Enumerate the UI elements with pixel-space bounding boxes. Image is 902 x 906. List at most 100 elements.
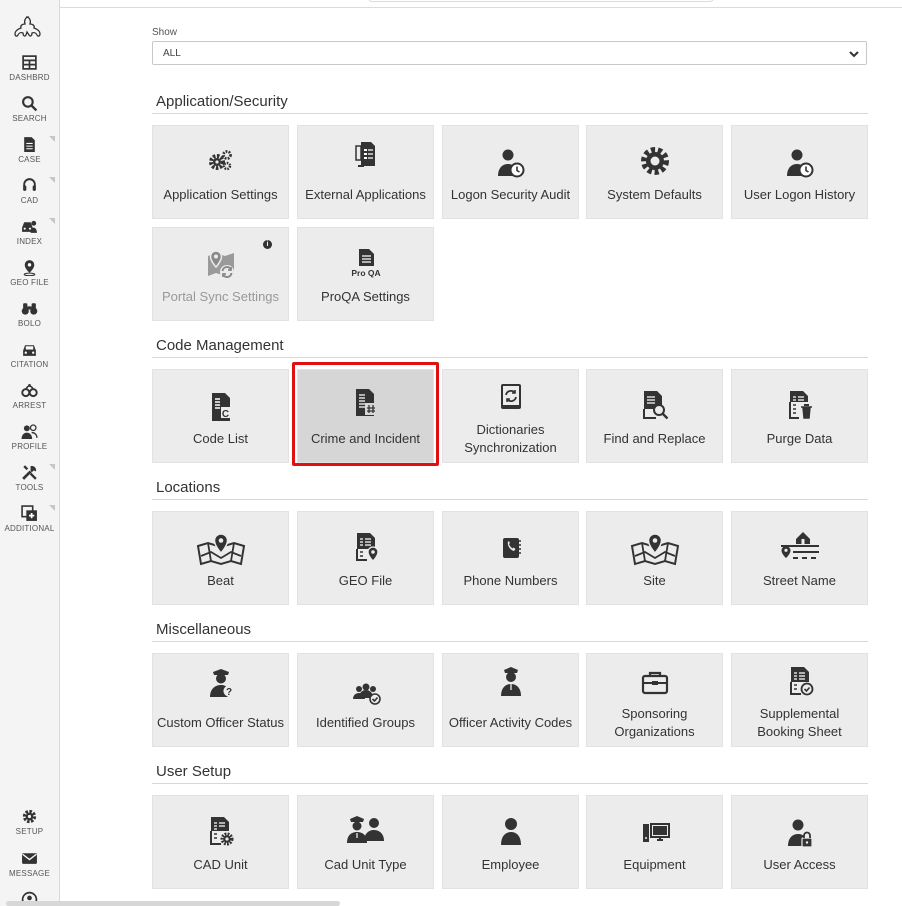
tile-application-settings[interactable]: Application Settings	[152, 125, 289, 219]
submenu-indicator	[49, 136, 55, 142]
section-divider	[152, 357, 868, 358]
tile-label: Identified Groups	[315, 715, 415, 730]
handcuffs-icon	[21, 383, 38, 398]
map-pin-icon	[23, 260, 36, 276]
sidebar-item-geo-file[interactable]: GEO FILE	[0, 259, 59, 297]
submenu-indicator	[49, 177, 55, 183]
selection-highlight	[292, 362, 439, 466]
tile-label: ProQA Settings	[321, 289, 410, 304]
top-bar	[60, 0, 902, 8]
envelope-icon	[22, 853, 37, 864]
tile-logon-security-audit[interactable]: Logon Security Audit	[442, 125, 579, 219]
tile-user-logon-history[interactable]: User Logon History	[731, 125, 868, 219]
tile-cad-unit[interactable]: CAD Unit	[152, 795, 289, 889]
tile-label: User Access	[763, 857, 836, 872]
sidebar-item-index[interactable]: INDEX	[0, 218, 59, 256]
submenu-indicator	[49, 464, 55, 470]
tile-sponsoring-organizations[interactable]: Sponsoring Organizations	[586, 653, 723, 747]
sidebar-item-citation[interactable]: CITATION	[0, 341, 59, 379]
tile-officer-activity-codes[interactable]: Officer Activity Codes	[442, 653, 579, 747]
tile-find-and-replace[interactable]: Find and Replace	[586, 369, 723, 463]
section-title: Code Management	[156, 337, 284, 354]
setup-page: DASHBRD SEARCH CASE CAD INDEX GEO FILE B…	[0, 0, 902, 906]
tile-proqa-settings[interactable]: Pro QA ProQA Settings	[297, 227, 434, 321]
tile-supplemental-booking-sheet[interactable]: Supplemental Booking Sheet	[731, 653, 868, 747]
tile-beat[interactable]: Beat	[152, 511, 289, 605]
tile-label: Code List	[193, 431, 248, 446]
top-search-pill[interactable]	[368, 0, 714, 2]
tile-label: Site	[643, 573, 666, 588]
tile-external-applications[interactable]: External Applications	[297, 125, 434, 219]
tile-employee[interactable]: Employee	[442, 795, 579, 889]
tile-label: External Applications	[305, 187, 426, 202]
tile-label: Custom Officer Status	[157, 715, 284, 730]
tile-label: Logon Security Audit	[450, 187, 571, 202]
dictionary-sync-icon	[500, 384, 521, 409]
briefcase-icon	[641, 671, 668, 695]
tile-label: Supplemental Booking Sheet	[757, 706, 842, 739]
dashboard-icon	[22, 55, 37, 70]
svg-text:?: ?	[225, 687, 231, 698]
sidebar-item-message[interactable]: MESSAGE	[0, 850, 59, 888]
tile-portal-sync-settings[interactable]: i Portal Sync Settings	[152, 227, 289, 321]
sidebar-item-arrest[interactable]: ARREST	[0, 382, 59, 420]
tile-label: Find and Replace	[603, 431, 706, 446]
sidebar-item-setup[interactable]: SETUP	[0, 808, 59, 846]
sidebar-item-cad[interactable]: CAD	[0, 177, 59, 215]
show-select-value: ALL	[163, 48, 181, 59]
tile-label: Portal Sync Settings	[161, 289, 280, 304]
tile-cad-unit-type[interactable]: Cad Unit Type	[297, 795, 434, 889]
sidebar-item-bolo[interactable]: BOLO	[0, 300, 59, 338]
tile-label: Officer Activity Codes	[448, 715, 573, 730]
sidebar-item-label: DASHBRD	[9, 73, 50, 82]
section-divider	[152, 499, 868, 500]
tile-equipment[interactable]: Equipment	[586, 795, 723, 889]
car-icon	[23, 345, 36, 356]
chevron-down-icon	[849, 51, 859, 58]
submenu-indicator	[49, 505, 55, 511]
sidebar-item-label: BOLO	[17, 319, 42, 328]
sidebar-item-case[interactable]: CASE	[0, 136, 59, 174]
sidebar-item-label: TOOLS	[15, 483, 44, 492]
tile-identified-groups[interactable]: Identified Groups	[297, 653, 434, 747]
submenu-indicator	[49, 218, 55, 224]
tile-dictionaries-synchronization[interactable]: Dictionaries Synchronization	[442, 369, 579, 463]
tile-system-defaults[interactable]: System Defaults	[586, 125, 723, 219]
officer-question-icon: ?	[209, 669, 234, 698]
sidebar-item-label: CAD	[20, 196, 39, 205]
tile-label: Employee	[481, 857, 540, 872]
sidebar-item-profile[interactable]: PROFILE	[0, 423, 59, 461]
officer-icon	[500, 667, 521, 696]
tile-street-name[interactable]: Street Name	[731, 511, 868, 605]
section-divider	[152, 783, 868, 784]
horizontal-scrollbar[interactable]	[6, 901, 340, 906]
sidebar-item-label: CASE	[18, 155, 41, 164]
tile-label: Phone Numbers	[463, 573, 558, 588]
sidebar-item-dashbrd[interactable]: DASHBRD	[0, 54, 59, 92]
section-divider	[152, 113, 868, 114]
tile-purge-data[interactable]: Purge Data	[731, 369, 868, 463]
tile-label: Beat	[207, 573, 234, 588]
show-select[interactable]: ALL	[152, 41, 867, 65]
tile-phone-numbers[interactable]: Phone Numbers	[442, 511, 579, 605]
tile-label: System Defaults	[607, 187, 702, 202]
sidebar-item-label: ARREST	[12, 401, 47, 410]
section-title: Miscellaneous	[156, 621, 252, 638]
tile-user-access[interactable]: User Access	[731, 795, 868, 889]
tile-label: User Logon History	[743, 187, 856, 202]
street-icon	[780, 532, 819, 559]
tile-site[interactable]: Site	[586, 511, 723, 605]
sidebar-item-search[interactable]: SEARCH	[0, 95, 59, 133]
sidebar-item-additional[interactable]: ADDITIONAL	[0, 505, 59, 543]
tile-code-list[interactable]: C Code List	[152, 369, 289, 463]
vehicle-person-icon	[22, 220, 37, 233]
sidebar-item-tools[interactable]: TOOLS	[0, 464, 59, 502]
headset-icon	[23, 178, 36, 191]
tile-custom-officer-status[interactable]: ? Custom Officer Status	[152, 653, 289, 747]
tile-geo-file[interactable]: GEO File	[297, 511, 434, 605]
section-title: User Setup	[156, 763, 232, 780]
sidebar-item-label: SETUP	[15, 827, 44, 836]
external-apps-icon	[354, 142, 375, 167]
tile-label: CAD Unit	[193, 857, 248, 872]
additional-icon	[21, 505, 37, 521]
